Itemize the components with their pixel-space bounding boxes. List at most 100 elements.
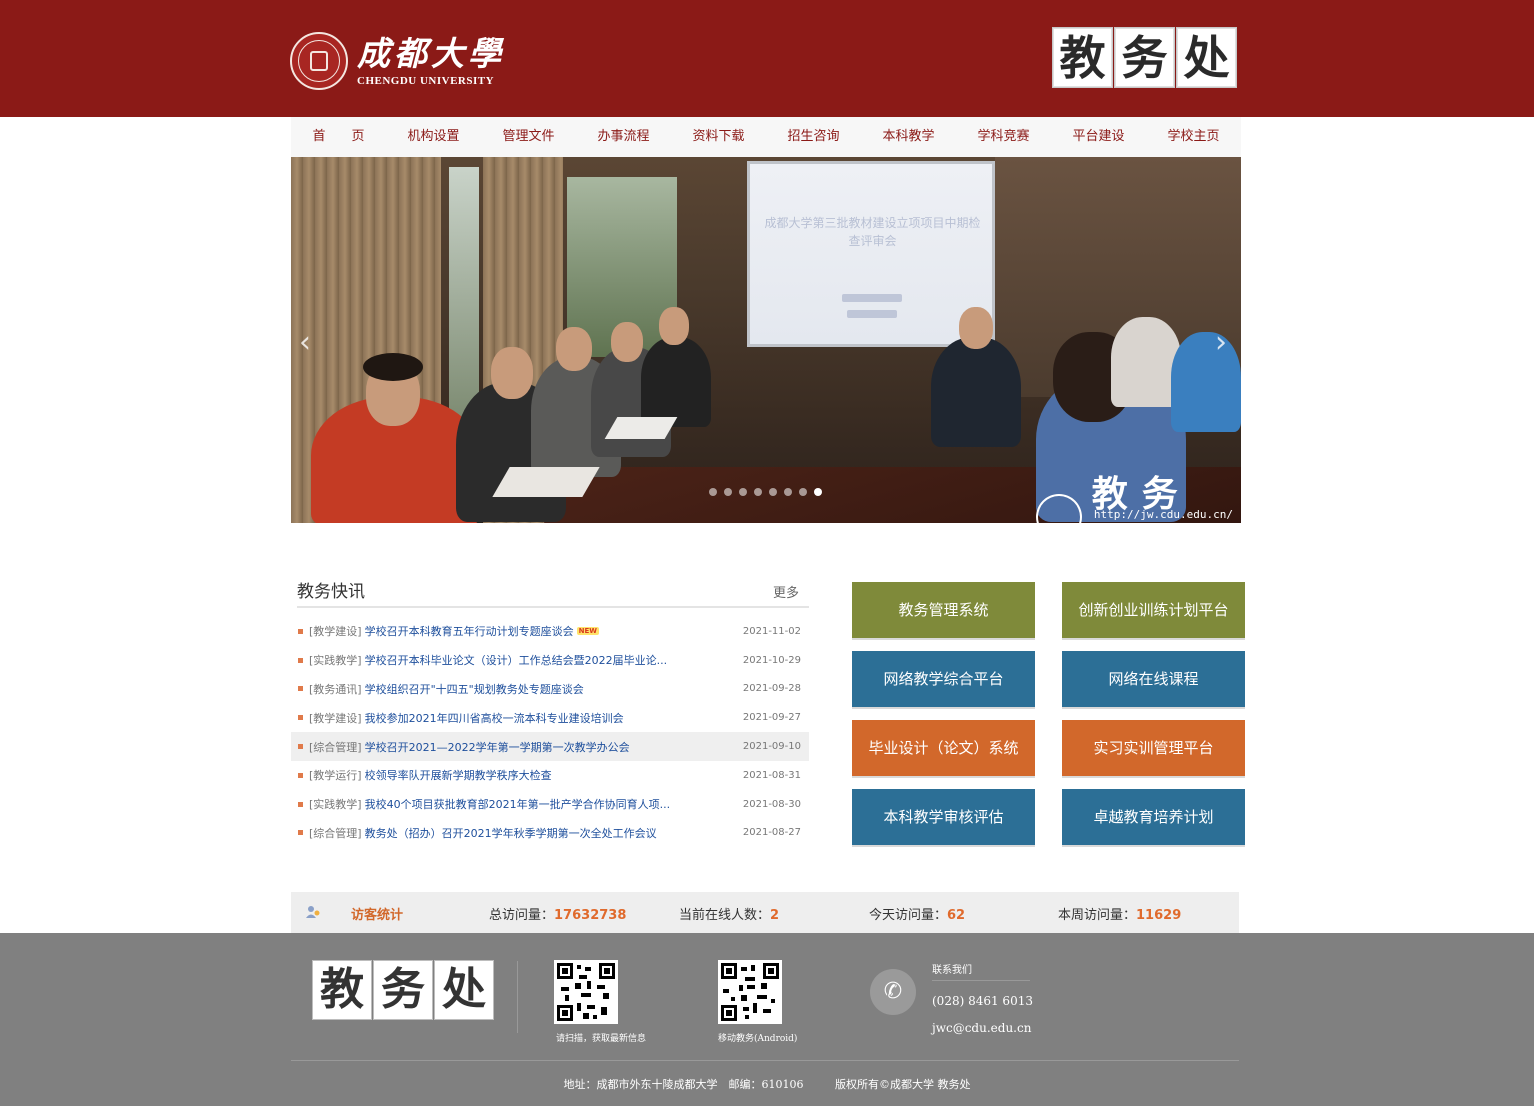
carousel-dots [709, 488, 829, 496]
footer-title-char: 处 [434, 960, 494, 1020]
logo-chinese-name: 成都大學 [357, 34, 505, 73]
person-figure [931, 337, 1021, 447]
news-title-link[interactable]: 我校参加2021年四川省高校一流本科专业建设培训会 [365, 710, 725, 726]
nav-procedures[interactable]: 办事流程 [576, 117, 671, 157]
news-title-link[interactable]: 我校40个项目获批教育部2021年第一批产学合作协同育人项... [365, 796, 725, 812]
today-visits-value: 62 [947, 908, 966, 923]
news-item-highlighted[interactable]: [综合管理] 学校召开2021—2022学年第一学期第一次教学办公会 2021-… [291, 732, 809, 761]
main-nav: 首 页 机构设置 管理文件 办事流程 资料下载 招生咨询 本科教学 学科竞赛 平… [291, 117, 1241, 157]
news-date: 2021-10-29 [742, 654, 801, 666]
news-date: 2021-09-27 [742, 712, 801, 724]
carousel-dot[interactable] [724, 488, 732, 496]
news-category: [综合管理] [309, 740, 362, 754]
site-header: 成都大學 CHENGDU UNIVERSITY 教 务 处 [0, 0, 1534, 117]
nav-regulations[interactable]: 管理文件 [481, 117, 576, 157]
visitor-stats-label: 访客统计 [351, 908, 404, 923]
news-item[interactable]: [实践教学] 我校40个项目获批教育部2021年第一批产学合作协同育人项... … [291, 790, 809, 819]
university-seal-icon [1036, 494, 1082, 523]
person-figure [641, 337, 711, 427]
nav-competitions[interactable]: 学科竞赛 [956, 117, 1051, 157]
internship-platform-button[interactable]: 实习实训管理平台 [1062, 720, 1245, 776]
person-hair [363, 353, 423, 381]
screen-line [842, 294, 902, 302]
news-date: 2021-08-27 [742, 827, 801, 839]
online-courses-button[interactable]: 网络在线课程 [1062, 651, 1245, 707]
carousel-dot-active[interactable] [814, 488, 822, 496]
news-item[interactable]: [教学运行] 校领导率队开展新学期教学秩序大检查 2021-08-31 [291, 761, 809, 790]
innovation-training-platform-button[interactable]: 创新创业训练计划平台 [1062, 582, 1245, 638]
news-date: 2021-09-10 [742, 741, 801, 753]
news-title-link[interactable]: 学校召开本科教育五年行动计划专题座谈会 [365, 623, 574, 639]
news-date: 2021-11-02 [742, 625, 801, 637]
academic-management-system-button[interactable]: 教务管理系统 [852, 582, 1035, 638]
paper-decoration [492, 467, 600, 497]
news-title-link[interactable]: 教务处（招办）召开2021学年秋季学期第一次全处工作会议 [365, 825, 725, 841]
online-users-value: 2 [770, 908, 780, 923]
person-face [491, 347, 533, 399]
office-title: 教 务 处 [1052, 27, 1238, 88]
bullet-icon [298, 657, 303, 663]
news-title-link[interactable]: 学校组织召开"十四五"规划教务处专题座谈会 [365, 681, 725, 697]
bullet-icon [298, 801, 303, 807]
news-title-link[interactable]: 学校召开本科毕业论文（设计）工作总结会暨2022届毕业论... [365, 652, 725, 668]
news-category: [实践教学] [309, 798, 362, 812]
footer-address: 地址：成都市外东十陵成都大学 邮编：610106 [563, 1078, 804, 1091]
news-category: [教务通讯] [309, 682, 362, 696]
banner-carousel[interactable]: 成都大学第三批教材建设立项项目中期检查评审会 ‹ › 教务处 http: [291, 157, 1241, 523]
news-item[interactable]: [教学建设] 学校召开本科教育五年行动计划专题座谈会 NEW 2021-11-0… [291, 617, 809, 646]
carousel-next-arrow[interactable]: › [1215, 325, 1227, 360]
news-item[interactable]: [教务通讯] 学校组织召开"十四五"规划教务处专题座谈会 2021-09-28 [291, 675, 809, 704]
news-more-link[interactable]: 更多 [773, 582, 799, 601]
thesis-system-button[interactable]: 毕业设计（论文）系统 [852, 720, 1035, 776]
news-section-title: 教务快讯 [297, 582, 365, 602]
news-category: [实践教学] [309, 654, 362, 668]
nav-downloads[interactable]: 资料下载 [671, 117, 766, 157]
online-teaching-platform-button[interactable]: 网络教学综合平台 [852, 651, 1035, 707]
news-category: [综合管理] [309, 826, 362, 840]
person-face [611, 322, 643, 362]
news-date: 2021-08-31 [742, 769, 801, 781]
nav-admissions[interactable]: 招生咨询 [766, 117, 861, 157]
news-item[interactable]: [教学建设] 我校参加2021年四川省高校一流本科专业建设培训会 2021-09… [291, 703, 809, 732]
total-visits: 总访问量：17632738 [489, 904, 626, 923]
person-figure [1171, 332, 1241, 432]
projector-screen-text: 成都大学第三批教材建设立项项目中期检查评审会 [764, 216, 981, 248]
teaching-evaluation-button[interactable]: 本科教学审核评估 [852, 789, 1035, 845]
nav-organization[interactable]: 机构设置 [386, 117, 481, 157]
total-visits-label: 总访问量： [489, 908, 555, 923]
carousel-dot[interactable] [799, 488, 807, 496]
news-item[interactable]: [综合管理] 教务处（招办）召开2021学年秋季学期第一次全处工作会议 2021… [291, 819, 809, 848]
nav-platforms[interactable]: 平台建设 [1051, 117, 1146, 157]
news-item[interactable]: [实践教学] 学校召开本科毕业论文（设计）工作总结会暨2022届毕业论... 2… [291, 646, 809, 675]
visitor-stats-bar: 访客统计 总访问量：17632738 当前在线人数：2 今天访问量：62 本周访… [291, 892, 1239, 933]
news-title-link[interactable]: 校领导率队开展新学期教学秩序大检查 [365, 767, 725, 783]
footer-office-title: 教 务 处 [312, 960, 495, 1020]
nav-school-homepage[interactable]: 学校主页 [1146, 117, 1241, 157]
carousel-dot[interactable] [754, 488, 762, 496]
today-visits: 今天访问量：62 [869, 904, 965, 923]
university-logo[interactable]: 成都大學 CHENGDU UNIVERSITY [290, 32, 505, 90]
carousel-dot[interactable] [709, 488, 717, 496]
screen-line [847, 310, 897, 318]
carousel-dot[interactable] [739, 488, 747, 496]
projector-screen: 成都大学第三批教材建设立项项目中期检查评审会 [747, 161, 995, 347]
nav-home[interactable]: 首 页 [291, 117, 386, 157]
excellence-program-button[interactable]: 卓越教育培养计划 [1062, 789, 1245, 845]
footer-title-char: 务 [373, 960, 433, 1020]
logo-english-name: CHENGDU UNIVERSITY [357, 75, 495, 87]
contact-info: 联系我们 (028) 8461 6013 jwc@cdu.edu.cn [932, 961, 1033, 1035]
footer-bottom: 地址：成都市外东十陵成都大学 邮编：610106 版权所有©成都大学 教务处 [0, 1076, 1534, 1092]
news-title-link[interactable]: 学校召开2021—2022学年第一学期第一次教学办公会 [365, 739, 725, 755]
carousel-prev-arrow[interactable]: ‹ [299, 325, 311, 360]
news-category: [教学运行] [309, 769, 362, 783]
online-users: 当前在线人数：2 [679, 904, 779, 923]
carousel-dot[interactable] [769, 488, 777, 496]
contact-email[interactable]: jwc@cdu.edu.cn [932, 1021, 1033, 1035]
bullet-icon [298, 744, 303, 750]
person-face [556, 327, 592, 371]
paper-decoration [604, 417, 678, 439]
carousel-dot[interactable] [784, 488, 792, 496]
footer-copyright: 版权所有©成都大学 教务处 [835, 1078, 971, 1091]
office-title-char: 教 [1052, 27, 1113, 88]
nav-undergraduate-teaching[interactable]: 本科教学 [861, 117, 956, 157]
